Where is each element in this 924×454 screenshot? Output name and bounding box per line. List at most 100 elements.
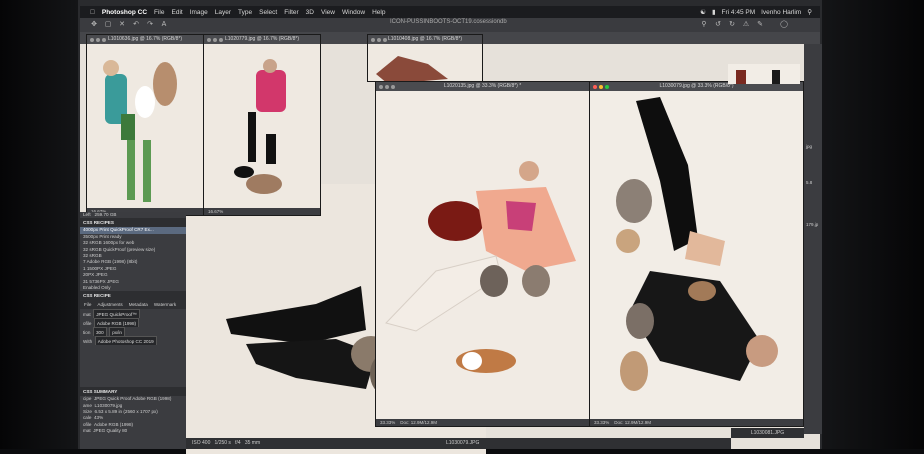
clock[interactable]: Fri 4:45 PM [722,9,756,16]
window-2-title: L1020779.jpg @ 16.7% (RGB/8*) [224,36,299,42]
format-select[interactable]: JPEG QuickProof™ [93,309,140,319]
tab-metadata[interactable]: Metadata [129,301,148,308]
filmstrip-panel: jpg 5.8 179.jp [804,44,822,434]
close-icon[interactable]: ✕ [118,21,126,29]
filmstrip-label: 5.8 [806,180,813,185]
rotate-left-icon[interactable]: ↺ [714,21,722,29]
photo-1 [87,44,203,210]
menu-3d[interactable]: 3D [306,9,314,16]
capture-info-bar: ISO 400 1/250 s f/4 35 mm L1030079.JPG [186,438,731,449]
menu-filter[interactable]: Filter [284,9,298,16]
menu-edit[interactable]: Edit [172,9,183,16]
window-5-status: 33.33% Doc: 12.9M/12.9M [590,419,803,426]
window-1-title: L1010636.jpg @ 16.7% (RGB/8*) [107,36,182,42]
window-5-doc-size: Doc: 12.9M/12.9M [614,420,652,425]
window-4-zoom: 33.33% [380,420,396,425]
document-window-3[interactable]: L1010408.jpg @ 16.7% (RGB/8*) [367,34,483,82]
crop-tool-icon[interactable]: ▢ [104,21,112,29]
brush-icon[interactable]: ✎ [756,21,764,29]
thumbnail-filename: L1030081.JPG [731,428,804,438]
apple-icon[interactable]:  [90,9,95,16]
menu-app-name[interactable]: Photoshop CC [102,9,147,16]
summary-value: 6.53 x 5.89 in (2560 x 1707 px) [94,409,158,415]
photo-2 [204,44,320,210]
window-4-titlebar[interactable]: L1020135.jpg @ 33.3% (RGB/8*) * [376,82,589,91]
rotate-right-icon[interactable]: ↻ [728,21,736,29]
window-4-title: L1020135.jpg @ 33.3% (RGB/8*) * [443,83,522,89]
warning-icon[interactable]: ⚠ [742,21,750,29]
panel-spacer [80,345,186,387]
undo-icon[interactable]: ↶ [132,21,140,29]
menu-help[interactable]: Help [372,9,385,16]
resolution-input[interactable]: 300 [92,327,107,337]
glasses-icon[interactable]: ◯ [780,21,788,29]
menu-layer[interactable]: Layer [215,9,231,16]
profile-row: ofile Adobe RGB (1998) [80,318,186,328]
summary-value: JPEG Quick Proof Adobe RGB (1998) [94,396,172,402]
window-2-titlebar[interactable]: L1020779.jpg @ 16.7% (RGB/8*) [204,35,320,44]
profile-label: ofile [83,321,92,327]
options-bar: ✥ ▢ ✕ ↶ ↷ A ICON-PUSSINBOOTS-OCT19.coses… [80,18,820,33]
menu-select[interactable]: Select [259,9,277,16]
storage-value: 259.70 GB [94,212,117,217]
window-controls[interactable] [90,37,106,42]
window-3-titlebar[interactable]: L1010408.jpg @ 16.7% (RGB/8*) [368,35,482,44]
open-with-row: With Adobe Photoshop CC 2019 [80,336,186,346]
tab-file[interactable]: File [84,301,91,308]
tab-adjustments[interactable]: Adjustments [97,301,122,308]
menu-type[interactable]: Type [238,9,252,16]
window-4-status: 33.33% Doc: 12.9M/12.9M [376,419,589,426]
window-2-zoom: 16.67% [204,208,320,215]
format-row: mat JPEG QuickProof™ [80,309,186,319]
window-controls[interactable] [207,37,223,42]
menu-view[interactable]: View [321,9,335,16]
document-title: ICON-PUSSINBOOTS-OCT19.cosessiondb [390,19,507,25]
photo-4 [376,91,589,419]
summary-key: cipe [83,396,92,402]
monitor-bezel-right [822,0,924,449]
type-tool-icon[interactable]: A [160,21,168,29]
summary-value: JPEG Quality 80 [93,428,128,434]
open-with-select[interactable]: Adobe Photoshop CC 2019 [94,336,157,346]
summary-value: 43% [94,415,104,421]
resolution-unit-select[interactable]: px/in [109,327,125,337]
filmstrip-label: 179.jp [806,222,819,227]
focal-length-value: 35 mm [244,440,261,446]
wifi-icon[interactable]: ☯ [700,8,706,16]
summary-key: mat [83,428,91,434]
recipe-header[interactable]: CSS RECIPE [80,291,186,301]
window-controls[interactable] [371,37,387,42]
window-1-titlebar[interactable]: L1010636.jpg @ 16.7% (RGB/8*) [87,35,203,44]
window-4-doc-size: Doc: 12.9M/12.9M [400,420,438,425]
thumbnail-photo[interactable] [728,64,800,84]
menu-file[interactable]: File [154,9,164,16]
document-window-5[interactable]: L1030079.jpg @ 33.3% (RGB/8*) 33.33% Doc… [589,81,804,427]
capture-one-panel: Left 259.70 GB CSS RECIPES 4000px Print … [80,212,186,449]
resolution-label: tion [83,330,91,336]
menu-image[interactable]: Image [190,9,208,16]
photo-5 [590,91,803,419]
tab-watermark[interactable]: Watermark [154,301,176,308]
profile-select[interactable]: Adobe RGB (1998) [94,318,140,328]
monitor-bezel-left [0,0,78,449]
summary-key: Size [83,409,92,415]
document-window-2[interactable]: L1020779.jpg @ 16.7% (RGB/8*) 16.67% [203,34,321,216]
window-5-zoom: 33.33% [594,420,610,425]
redo-icon[interactable]: ↷ [146,21,154,29]
move-tool-icon[interactable]: ✥ [90,21,98,29]
battery-icon[interactable]: ▮ [712,8,716,16]
user-name[interactable]: Ivenho Harlim [761,9,801,16]
recipes-header[interactable]: CSS RECIPES [80,218,186,228]
search-icon[interactable]: ⚲ [807,8,812,16]
window-controls[interactable] [593,84,609,89]
window-5-title: L1030079.jpg @ 33.3% (RGB/8*) [659,83,734,89]
aperture-value: f/4 [235,440,241,446]
window-3-title: L1010408.jpg @ 16.7% (RGB/8*) [387,36,462,42]
summary-header[interactable]: CSS SUMMARY [80,387,186,397]
zoom-icon[interactable]: ⚲ [700,21,708,29]
photo-3 [368,44,482,81]
window-controls[interactable] [379,84,395,89]
document-window-1[interactable]: L1010636.jpg @ 16.7% (RGB/8*) 16.67% [86,34,204,216]
menu-window[interactable]: Window [342,9,365,16]
document-window-4[interactable]: L1020135.jpg @ 33.3% (RGB/8*) * 33.33% D… [375,81,590,427]
